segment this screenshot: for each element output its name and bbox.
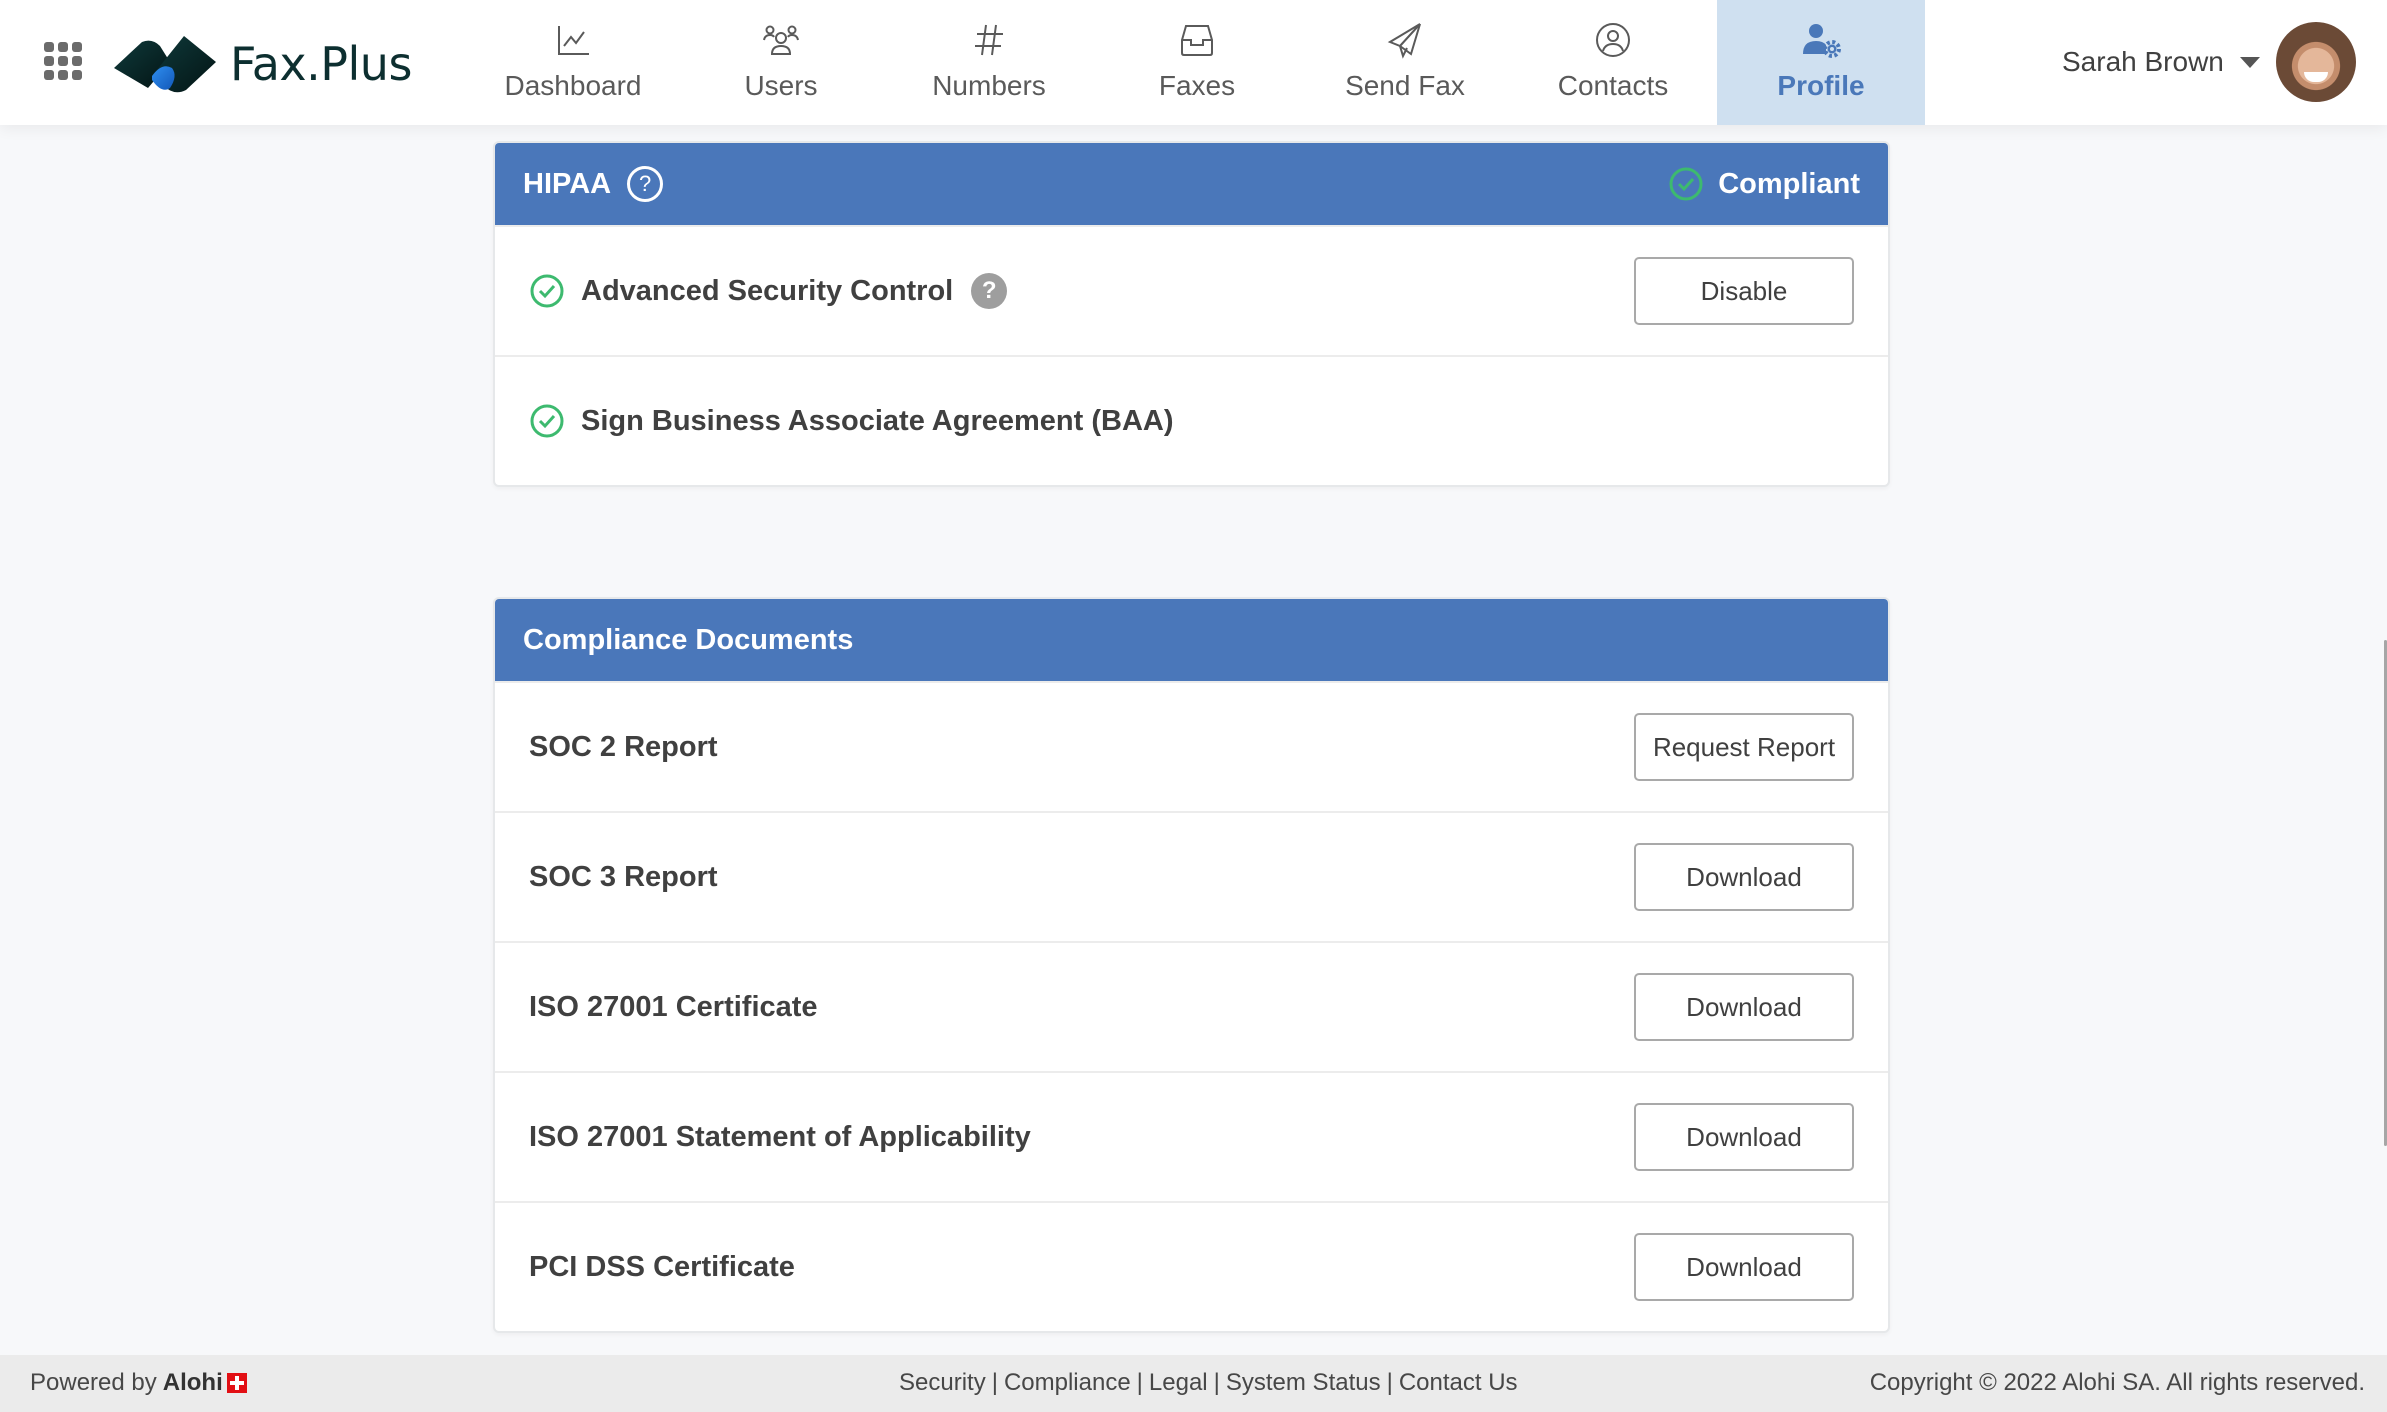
hash-icon: [967, 18, 1011, 62]
row-label: Sign Business Associate Agreement (BAA): [581, 404, 1174, 437]
nav-label: Profile: [1777, 70, 1865, 101]
apps-grid-button[interactable]: [44, 42, 82, 80]
user-gear-icon: [1799, 18, 1843, 62]
nav-label: Faxes: [1158, 70, 1236, 101]
grid-icon: [44, 42, 54, 52]
caret-down-icon: [2239, 56, 2260, 68]
user-circle-icon: [1591, 18, 1635, 62]
footer: Powered by Alohi Security | Compliance |…: [0, 1355, 2387, 1412]
nav-users[interactable]: Users: [677, 0, 885, 125]
document-label: ISO 27001 Statement of Applicability: [529, 1120, 1031, 1153]
document-row: ISO 27001 Statement of Applicability Dow…: [495, 1071, 1888, 1201]
nav-numbers[interactable]: Numbers: [885, 0, 1093, 125]
powered-by-text: Powered by: [30, 1369, 157, 1396]
nav-profile[interactable]: Profile: [1717, 0, 1925, 125]
nav-label: Dashboard: [504, 70, 642, 101]
nav-label: Contacts: [1557, 70, 1669, 101]
hipaa-title: HIPAA: [523, 167, 612, 200]
alohi-link[interactable]: Alohi: [163, 1369, 223, 1397]
avatar: [2275, 22, 2356, 102]
nav-dashboard[interactable]: Dashboard: [469, 0, 677, 125]
document-label: SOC 3 Report: [529, 860, 718, 893]
chart-line-icon: [551, 18, 595, 62]
logo-mark-icon: [114, 36, 216, 93]
document-row: ISO 27001 Certificate Download: [495, 941, 1888, 1071]
help-icon[interactable]: ?: [627, 166, 664, 202]
document-label: PCI DSS Certificate: [529, 1250, 795, 1283]
check-circle-icon: [530, 404, 564, 438]
check-circle-icon: [530, 274, 564, 308]
compliance-documents-card: Compliance Documents SOC 2 Report Reques…: [493, 597, 1890, 1333]
hipaa-card: HIPAA ? Compliant Advanced Security Cont…: [493, 141, 1890, 487]
document-label: ISO 27001 Certificate: [529, 990, 818, 1023]
footer-link-system-status[interactable]: System Status: [1226, 1369, 1381, 1397]
status-label: Compliant: [1718, 167, 1860, 200]
powered-by: Powered by Alohi: [30, 1369, 247, 1397]
document-row: PCI DSS Certificate Download: [495, 1201, 1888, 1331]
compliance-title: Compliance Documents: [523, 623, 854, 656]
logo-text: Fax.Plus: [230, 37, 412, 91]
user-name: Sarah Brown: [2062, 46, 2224, 77]
user-menu[interactable]: Sarah Brown: [2062, 20, 2356, 104]
footer-link-compliance[interactable]: Compliance: [1004, 1369, 1131, 1397]
hipaa-row-baa: Sign Business Associate Agreement (BAA): [495, 355, 1888, 485]
footer-link-legal[interactable]: Legal: [1149, 1369, 1208, 1397]
inbox-icon: [1175, 18, 1219, 62]
document-row: SOC 2 Report Request Report: [495, 681, 1888, 811]
download-button[interactable]: Download: [1634, 1103, 1854, 1171]
footer-link-security[interactable]: Security: [899, 1369, 986, 1397]
nav-contacts[interactable]: Contacts: [1509, 0, 1717, 125]
paper-plane-icon: [1383, 18, 1427, 62]
nav-label: Numbers: [932, 70, 1046, 101]
swiss-flag-icon: [226, 1373, 247, 1393]
nav-send-fax[interactable]: Send Fax: [1301, 0, 1509, 125]
hipaa-row-advanced-security: Advanced Security Control ? Disable: [495, 225, 1888, 355]
row-label: Advanced Security Control: [581, 274, 954, 307]
main-nav: Dashboard Users Numbers Faxes Send Fax C…: [469, 0, 1925, 125]
footer-link-contact-us[interactable]: Contact Us: [1399, 1369, 1518, 1397]
copyright: Copyright © 2022 Alohi SA. All rights re…: [1869, 1369, 2365, 1396]
nav-label: Users: [744, 70, 818, 101]
document-label: SOC 2 Report: [529, 730, 718, 763]
check-circle-icon: [1669, 167, 1703, 201]
separator: |: [1386, 1369, 1393, 1396]
separator: |: [1136, 1369, 1143, 1396]
download-button[interactable]: Download: [1634, 1233, 1854, 1301]
faxplus-logo[interactable]: Fax.Plus: [112, 32, 412, 96]
separator: |: [991, 1369, 998, 1396]
footer-links: Security | Compliance | Legal | System S…: [899, 1369, 1518, 1397]
disable-button[interactable]: Disable: [1634, 257, 1854, 325]
nav-faxes[interactable]: Faxes: [1093, 0, 1301, 125]
request-report-button[interactable]: Request Report: [1634, 713, 1854, 781]
download-button[interactable]: Download: [1634, 843, 1854, 911]
compliance-status: Compliant: [1668, 166, 1860, 202]
download-button[interactable]: Download: [1634, 973, 1854, 1041]
compliance-card-header: Compliance Documents: [495, 599, 1888, 681]
separator: |: [1213, 1369, 1220, 1396]
nav-label: Send Fax: [1345, 70, 1465, 101]
document-row: SOC 3 Report Download: [495, 811, 1888, 941]
help-icon[interactable]: ?: [971, 273, 1008, 309]
top-navbar: Fax.Plus Dashboard Users Numbers Faxes S…: [0, 0, 2387, 125]
hipaa-card-header: HIPAA ? Compliant: [495, 143, 1888, 225]
users-icon: [759, 18, 803, 62]
